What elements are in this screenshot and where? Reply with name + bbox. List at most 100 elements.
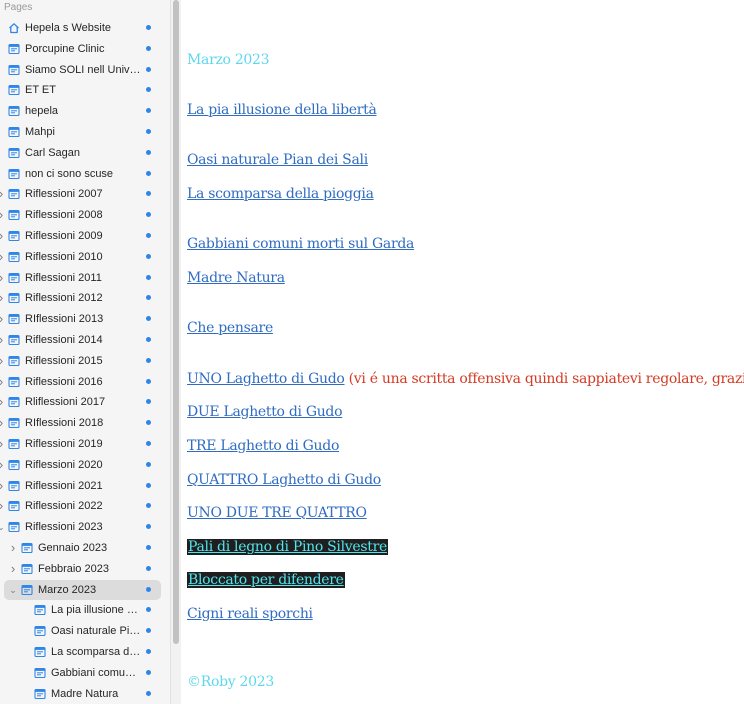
- page-icon: [8, 272, 20, 284]
- chevron-right-icon[interactable]: ›: [0, 205, 6, 225]
- chevron-down-icon[interactable]: ⌄: [8, 580, 18, 600]
- content-line: UNO DUE TRE QUATTRO: [187, 503, 367, 523]
- sidebar-item[interactable]: › Riflessioni 2008: [0, 205, 170, 226]
- sidebar-item[interactable]: Mahpi: [0, 122, 170, 143]
- status-dot-icon: [146, 524, 151, 530]
- sidebar-item[interactable]: Hepela s Website: [0, 18, 170, 39]
- page-link[interactable]: Oasi naturale Pian dei Sali: [187, 152, 368, 168]
- page-link[interactable]: Che pensare: [187, 320, 273, 336]
- content-line: La pia illusione della libertà: [187, 100, 377, 120]
- content-line: TRE Laghetto di Gudo: [187, 436, 339, 456]
- chevron-right-icon[interactable]: ›: [0, 413, 6, 433]
- sidebar-item[interactable]: › Riflessioni 2015: [0, 351, 170, 372]
- chevron-right-icon[interactable]: ›: [0, 476, 6, 496]
- status-dot-icon: [146, 87, 151, 93]
- sidebar-item[interactable]: La pia illusione della libertà: [0, 600, 170, 621]
- chevron-right-icon[interactable]: ›: [0, 268, 6, 288]
- sidebar-scroll-thumb[interactable]: [173, 0, 179, 644]
- chevron-right-icon[interactable]: ›: [0, 496, 6, 516]
- chevron-right-icon[interactable]: ›: [0, 184, 6, 204]
- sidebar-item[interactable]: hepela: [0, 101, 170, 122]
- chevron-right-icon[interactable]: ›: [0, 372, 6, 392]
- sidebar-item[interactable]: › Riflessioni 2011: [0, 268, 170, 289]
- sidebar: Pages Hepela s Website Porcupine Clinic Si…: [0, 0, 170, 704]
- page-icon: [8, 355, 20, 367]
- sidebar-item[interactable]: non ci sono scuse: [0, 164, 170, 185]
- sidebar-item[interactable]: Carl Sagan: [0, 143, 170, 164]
- sidebar-item-label: Riflessioni 2008: [25, 209, 103, 222]
- page-icon: [8, 105, 20, 117]
- sidebar-item[interactable]: ⌄ Marzo 2023: [0, 579, 170, 601]
- page-link[interactable]: La scomparsa della pioggia: [187, 186, 374, 202]
- sidebar-item-label: Riflessioni 2009: [25, 229, 103, 242]
- sidebar-item[interactable]: › Riflessioni 2021: [0, 476, 170, 497]
- sidebar-item[interactable]: › Riflessioni 2009: [0, 226, 170, 247]
- status-dot-icon: [146, 170, 151, 176]
- sidebar-item[interactable]: › Riflessioni 2016: [0, 372, 170, 393]
- sidebar-item[interactable]: › Riflessioni 2014: [0, 330, 170, 351]
- sidebar-item[interactable]: › Rliflessioni 2017: [0, 392, 170, 413]
- chevron-right-icon[interactable]: ›: [0, 392, 6, 412]
- page-icon: [8, 209, 20, 221]
- sidebar-item[interactable]: › Riflessioni 2020: [0, 455, 170, 476]
- sidebar-item[interactable]: › RIflessioni 2018: [0, 413, 170, 434]
- page-icon: [8, 500, 20, 512]
- sidebar-item[interactable]: › Riflessioni 2007: [0, 184, 170, 205]
- sidebar-item[interactable]: › Gennaio 2023: [0, 538, 170, 559]
- chevron-right-icon[interactable]: ›: [8, 538, 18, 558]
- chevron-right-icon[interactable]: ›: [0, 247, 6, 267]
- page-link[interactable]: Cigni reali sporchi: [187, 606, 313, 622]
- content-line: Gabbiani comuni morti sul Garda: [187, 234, 414, 254]
- sidebar-item[interactable]: ⌄ Riflessioni 2023: [0, 517, 170, 538]
- page-link[interactable]: DUE Laghetto di Gudo: [187, 404, 343, 420]
- status-dot-icon: [146, 399, 151, 405]
- sidebar-item-label: Siamo SOLI nell Universo?: [25, 63, 142, 76]
- chevron-right-icon[interactable]: ›: [0, 309, 6, 329]
- page-title: Marzo 2023: [187, 52, 270, 68]
- chevron-right-icon[interactable]: ›: [0, 330, 6, 350]
- chevron-right-icon[interactable]: ›: [0, 351, 6, 371]
- status-dot-icon: [146, 544, 151, 550]
- page-icon: [34, 625, 46, 637]
- sidebar-item[interactable]: ET ET: [0, 80, 170, 101]
- page-link[interactable]: Bloccato per difendere: [187, 572, 345, 588]
- content-line: QUATTRO Laghetto di Gudo: [187, 470, 381, 490]
- sidebar-item[interactable]: › Riflessioni 2019: [0, 434, 170, 455]
- sidebar-item[interactable]: La scomparsa della pioggia: [0, 642, 170, 663]
- page-link[interactable]: La pia illusione della libertà: [187, 102, 377, 118]
- page-icon: [8, 168, 20, 180]
- chevron-down-icon[interactable]: ⌄: [0, 517, 6, 537]
- chevron-right-icon[interactable]: ›: [0, 434, 6, 454]
- sidebar-item[interactable]: Gabbiani comuni morti sul Garda: [0, 663, 170, 684]
- sidebar-item-label: Riflessioni 2016: [25, 375, 103, 388]
- sidebar-item[interactable]: › Febbraio 2023: [0, 559, 170, 580]
- sidebar-item[interactable]: Madre Natura: [0, 684, 170, 704]
- sidebar-item-label: Riflessioni 2015: [25, 354, 103, 367]
- chevron-right-icon[interactable]: ›: [8, 559, 18, 579]
- page-link[interactable]: Madre Natura: [187, 270, 285, 286]
- page-link[interactable]: QUATTRO Laghetto di Gudo: [187, 472, 381, 488]
- chevron-right-icon[interactable]: ›: [0, 455, 6, 475]
- sidebar-item-label: La scomparsa della pioggia: [51, 645, 142, 658]
- sidebar-item-label: Riflessioni 2021: [25, 479, 103, 492]
- sidebar-item[interactable]: › Riflessioni 2012: [0, 288, 170, 309]
- page-link[interactable]: TRE Laghetto di Gudo: [187, 438, 339, 454]
- sidebar-item[interactable]: › Riflessioni 2010: [0, 247, 170, 268]
- page-link[interactable]: UNO DUE TRE QUATTRO: [187, 505, 367, 521]
- sidebar-item[interactable]: › Riflessioni 2022: [0, 496, 170, 517]
- content-line: UNO Laghetto di Gudo (vi é una scritta o…: [187, 369, 744, 389]
- sidebar-item[interactable]: Oasi naturale Pian dei Sali: [0, 621, 170, 642]
- sidebar-item[interactable]: Siamo SOLI nell Universo?: [0, 60, 170, 81]
- page-link[interactable]: Gabbiani comuni morti sul Garda: [187, 236, 414, 252]
- page-link[interactable]: UNO Laghetto di Gudo: [187, 371, 345, 387]
- page-link[interactable]: Pali di legno di Pino Silvestre: [187, 539, 388, 555]
- sidebar-item[interactable]: Porcupine Clinic: [0, 39, 170, 60]
- sidebar-item[interactable]: › RIflessioni 2013: [0, 309, 170, 330]
- chevron-right-icon[interactable]: ›: [0, 226, 6, 246]
- chevron-right-icon[interactable]: ›: [0, 288, 6, 308]
- page-icon: [8, 334, 20, 346]
- sidebar-scrollbar[interactable]: [170, 0, 181, 704]
- sidebar-item-label: non ci sono scuse: [25, 167, 114, 180]
- sidebar-item-label: Gabbiani comuni morti sul Garda: [51, 666, 142, 679]
- page-icon: [8, 376, 20, 388]
